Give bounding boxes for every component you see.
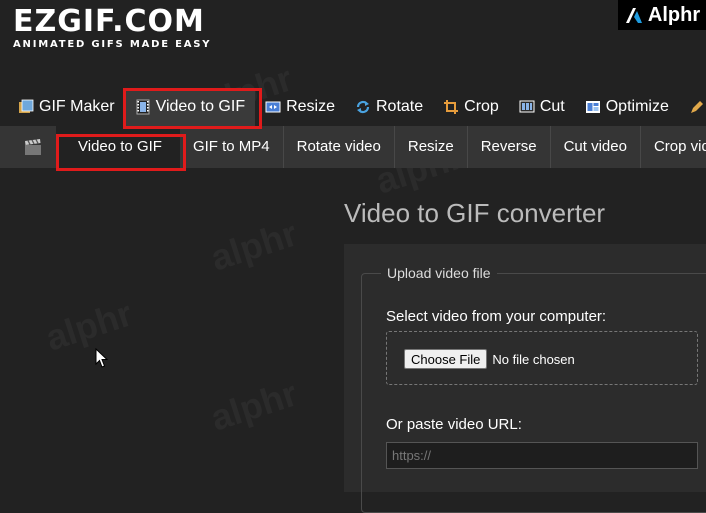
- alphr-badge: Alphr: [618, 0, 706, 30]
- tab-gif-to-mp4[interactable]: GIF to MP4: [180, 126, 283, 168]
- upload-panel: Upload video file Select video from your…: [344, 244, 706, 513]
- watermark: alphr: [206, 212, 303, 279]
- logo-tagline: ANIMATED GIFS MADE EASY: [13, 39, 212, 50]
- gif-maker-icon: [19, 99, 34, 113]
- nav-optimize[interactable]: Optimize: [575, 88, 679, 126]
- resize-icon: [265, 101, 281, 113]
- highlight-box-sub-nav: [56, 134, 186, 171]
- video-url-input[interactable]: [386, 442, 698, 469]
- logo-text: EZGIF.COM: [13, 4, 205, 39]
- nav-rotate[interactable]: Rotate: [345, 88, 433, 126]
- file-input-row: Choose File No file chosen: [404, 349, 575, 369]
- nav-more[interactable]: [679, 88, 706, 126]
- nav-crop-label: Crop: [464, 98, 499, 115]
- watermark: alphr: [206, 372, 303, 439]
- nav-cut-label: Cut: [539, 98, 565, 115]
- tab-reverse[interactable]: Reverse: [466, 126, 550, 168]
- tab-cut-video[interactable]: Cut video: [549, 126, 640, 168]
- select-video-label: Select video from your computer:: [386, 308, 607, 325]
- file-dropzone[interactable]: Choose File No file chosen: [386, 331, 698, 385]
- alphr-badge-text: Alphr: [647, 3, 701, 26]
- file-status: No file chosen: [492, 351, 575, 367]
- pencil-icon: [690, 101, 703, 113]
- highlight-box-main-nav: [123, 88, 262, 129]
- nav-crop[interactable]: Crop: [433, 88, 509, 126]
- main-nav: GIF Maker Video to GIF Resize Rotate Cro…: [0, 88, 706, 126]
- tab-crop-video[interactable]: Crop video: [639, 126, 706, 168]
- nav-gif-maker-label: GIF Maker: [39, 98, 115, 115]
- nav-resize-label: Resize: [286, 98, 335, 115]
- tab-rotate-video[interactable]: Rotate video: [282, 126, 394, 168]
- site-logo[interactable]: EZGIF.COM ANIMATED GIFS MADE EASY: [13, 4, 212, 51]
- alphr-logo-icon: [625, 8, 642, 23]
- video-url-label: Or paste video URL:: [386, 416, 522, 433]
- clapperboard-icon: [25, 139, 41, 155]
- nav-gif-maker[interactable]: GIF Maker: [0, 88, 125, 126]
- tab-resize[interactable]: Resize: [393, 126, 467, 168]
- choose-file-button[interactable]: Choose File: [404, 349, 488, 369]
- crop-icon: [444, 100, 459, 114]
- mouse-cursor-icon: [95, 348, 109, 368]
- nav-resize[interactable]: Resize: [255, 88, 345, 126]
- rotate-icon: [356, 100, 370, 114]
- cut-icon: [519, 100, 535, 113]
- watermark: alphr: [41, 292, 138, 359]
- nav-optimize-label: Optimize: [605, 98, 669, 115]
- optimize-icon: [585, 101, 600, 113]
- page-title: Video to GIF converter: [344, 198, 606, 228]
- upload-legend: Upload video file: [381, 265, 497, 281]
- nav-cut[interactable]: Cut: [509, 88, 575, 126]
- nav-rotate-label: Rotate: [376, 98, 424, 115]
